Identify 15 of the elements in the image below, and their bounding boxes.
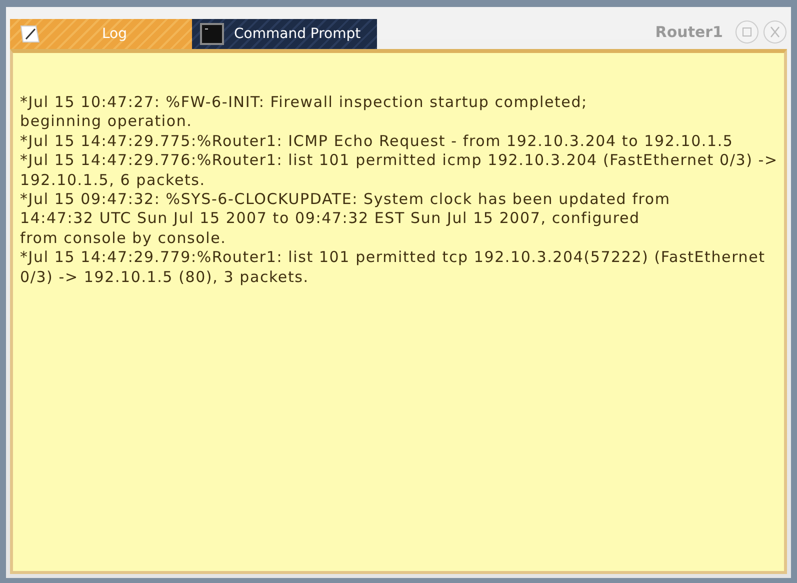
log-line: *Jul 15 14:47:29.775:%Router1: ICMP Echo Request - from 192.10.3.204 to 192.10.1.5 <box>20 132 734 152</box>
log-line: *Jul 15 14:47:29.779:%Router1: list 101 permitted tcp 192.10.3.204(57222) (FastEthernet <box>20 248 766 268</box>
terminal-icon <box>200 22 224 46</box>
tab[interactable]: Command Prompt <box>192 19 377 49</box>
window-title: Router1 <box>655 23 723 41</box>
log-line: *Jul 15 09:47:32: %SYS-6-CLOCKUPDATE: System clock has been updated from <box>20 190 670 210</box>
close-icon[interactable] <box>763 20 787 44</box>
log-line: 0/3) -> 192.10.1.5 (80), 3 packets. <box>20 268 309 288</box>
log-line: beginning operation. <box>20 112 192 132</box>
restore-icon[interactable] <box>735 20 759 44</box>
log-line: from console by console. <box>20 228 226 248</box>
log-line: *Jul 15 14:47:29.776:%Router1: list 101 permitted icmp 192.10.3.204 (FastEthernet 0/3) -> <box>20 151 778 171</box>
log-line: *Jul 15 10:47:27: %FW-6-INIT: Firewall inspection startup completed; <box>20 93 588 112</box>
log-line: 14:47:32 UTC Sun Jul 15 2007 to 09:47:32 EST Sun Jul 15 2007, configured <box>20 209 640 229</box>
log-line: 192.10.1.5, 6 packets. <box>20 170 206 190</box>
